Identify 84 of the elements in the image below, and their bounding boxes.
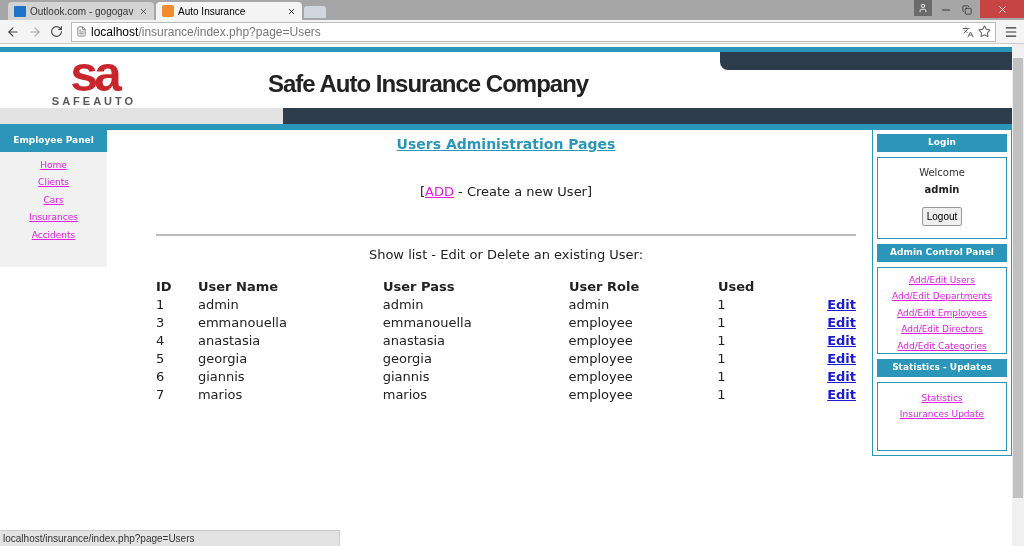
logout-button[interactable]: Logout	[921, 206, 963, 226]
add-user-line: [ADD - Create a new User]	[419, 183, 593, 201]
site-title: Safe Auto Insurance Company	[268, 69, 589, 96]
column-header: User Role	[569, 278, 641, 297]
close-icon	[996, 3, 1008, 15]
nav-link[interactable]: Cars	[43, 193, 64, 207]
table-cell-text: anastasia	[382, 332, 447, 351]
list-caption: Show list - Edit or Delete an existing User:	[368, 245, 644, 264]
table-cell-text: 1	[717, 296, 727, 315]
nav-link[interactable]: Add/Edit Users	[909, 273, 975, 288]
panel-title: Employee Panel	[0, 130, 107, 152]
scrollbar[interactable]	[1012, 44, 1024, 546]
table-cell-text: georgia	[197, 350, 249, 369]
mail-icon	[14, 5, 26, 17]
table-cell-text: employee	[568, 368, 634, 387]
table-cell-text: giannis	[197, 368, 246, 387]
table-cell-text: admin	[382, 296, 425, 315]
table-cell-text: admin	[197, 296, 240, 315]
nav-link[interactable]: Add/Edit Employees	[897, 306, 987, 321]
column-header: User Name	[198, 278, 280, 297]
panel-title: Statistics - Updates	[877, 359, 1007, 377]
app-icon	[162, 5, 174, 17]
table-cell-text: giannis	[382, 368, 431, 387]
table-cell-text: 1	[717, 386, 727, 405]
table-cell-text: 7	[156, 386, 166, 405]
nav-link[interactable]: Statistics	[921, 391, 963, 406]
column-header: ID	[156, 278, 173, 297]
nav-link[interactable]: Add/Edit Directors	[901, 323, 983, 337]
browser-tab[interactable]: Outlook.com - gogogav	[8, 2, 154, 20]
table-cell-text: 6	[156, 368, 166, 387]
edit-link[interactable]: Edit	[827, 313, 856, 333]
back-icon[interactable]	[6, 24, 20, 39]
panel-title: Login	[877, 134, 1007, 152]
translate-icon[interactable]	[962, 25, 974, 38]
menu-icon[interactable]	[1004, 24, 1018, 39]
nav-link[interactable]: Insurances Update	[899, 408, 985, 422]
table-cell-text: 4	[156, 332, 166, 351]
star-icon[interactable]	[978, 25, 991, 38]
nav-link[interactable]: Accidents	[31, 228, 76, 242]
column-header: User Pass	[383, 278, 456, 297]
nav-link[interactable]: Add/Edit Departments	[892, 290, 992, 304]
add-link[interactable]: ADD	[425, 184, 454, 199]
table-cell-text: admin	[568, 296, 611, 315]
table-cell-text: 1	[156, 296, 166, 315]
table-cell-text: marios	[197, 386, 244, 405]
table-cell-text: 3	[156, 314, 166, 333]
table-cell-text: employee	[568, 350, 634, 369]
table-cell-text: georgia	[382, 350, 433, 369]
edit-link[interactable]: Edit	[827, 295, 856, 315]
table-cell-text: 1	[717, 350, 727, 369]
table-cell-text: emmanouella	[197, 314, 288, 333]
status-bubble: localhost/insurance/index.php?page=Users	[0, 530, 340, 546]
table-cell-text: 1	[717, 332, 727, 351]
page-heading[interactable]: Users Administration Pages	[396, 134, 616, 155]
table-cell-text: marios	[382, 386, 429, 405]
nav-link[interactable]: Add/Edit Categories	[897, 339, 987, 354]
close-icon[interactable]	[287, 6, 296, 16]
nav-link[interactable]: Insurances	[29, 211, 78, 225]
person-icon	[918, 3, 928, 13]
close-icon[interactable]	[139, 6, 148, 16]
table-cell-text: anastasia	[197, 332, 262, 351]
table-cell-text: 1	[717, 368, 727, 387]
nav-link[interactable]: Clients	[38, 176, 69, 190]
welcome-text: Welcome	[919, 165, 965, 180]
column-header: Used	[718, 278, 756, 297]
nav-link[interactable]: Home	[40, 158, 67, 172]
table-cell-text: 1	[717, 314, 727, 333]
panel-title: Admin Control Panel	[877, 244, 1007, 262]
reload-icon[interactable]	[50, 25, 63, 38]
edit-link[interactable]: Edit	[827, 367, 856, 387]
page-icon	[76, 26, 87, 37]
edit-link[interactable]: Edit	[827, 385, 856, 405]
edit-link[interactable]: Edit	[827, 331, 856, 351]
table-cell-text: 5	[156, 350, 166, 369]
user-name: admin	[924, 182, 960, 197]
profile-button[interactable]	[914, 0, 932, 16]
table-cell-text: employee	[568, 314, 634, 333]
browser-tab[interactable]: Auto Insurance	[156, 2, 302, 20]
table-cell-text: employee	[568, 332, 634, 351]
address-field[interactable]: localhost/insurance/index.php?page=Users	[71, 21, 996, 42]
table-cell-text: emmanouella	[382, 314, 473, 333]
restore-icon[interactable]	[962, 5, 972, 15]
edit-link[interactable]: Edit	[827, 349, 856, 369]
table-cell-text: employee	[568, 386, 634, 405]
